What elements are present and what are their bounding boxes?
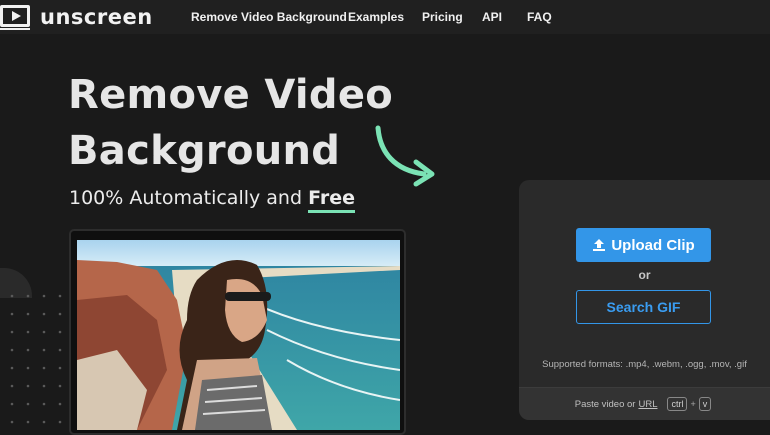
nav-link-api[interactable]: API <box>482 10 502 24</box>
video-preview-frame <box>69 229 406 435</box>
nav-link-examples[interactable]: Examples <box>348 10 404 24</box>
paste-hint-bar: Paste video or URL ctrl + v <box>519 387 770 420</box>
curved-arrow-icon <box>375 125 435 187</box>
dot-pattern <box>10 294 62 424</box>
nav-link-pricing[interactable]: Pricing <box>422 10 463 24</box>
search-gif-button[interactable]: Search GIF <box>576 290 711 324</box>
or-separator: or <box>638 268 651 282</box>
video-scene-image <box>77 240 400 430</box>
logo-text: unscreen <box>40 5 153 29</box>
hero-title-line2: Background <box>68 128 341 174</box>
subtitle-free: Free <box>308 187 355 213</box>
upload-clip-button[interactable]: Upload Clip <box>576 228 711 262</box>
video-preview[interactable] <box>77 240 400 430</box>
subtitle-prefix: 100% Automatically and <box>69 187 309 209</box>
nav-link-faq[interactable]: FAQ <box>527 10 552 24</box>
paste-hint-text: Paste video or <box>574 398 636 410</box>
supported-formats-text: Supported formats: .mp4, .webm, .ogg, .m… <box>542 359 747 370</box>
ctrl-key: ctrl <box>667 397 688 411</box>
hero-subtitle: 100% Automatically and Free <box>69 186 355 213</box>
upload-clip-label: Upload Clip <box>611 236 695 254</box>
upload-panel: Upload Clip or Search GIF Supported form… <box>519 180 770 420</box>
nav-link-remove-video-background[interactable]: Remove Video Background <box>191 10 347 24</box>
navbar: unscreen Remove Video Background Example… <box>0 0 770 34</box>
play-screen-icon <box>0 5 30 30</box>
v-key: v <box>698 397 712 411</box>
plus-sign: + <box>690 399 696 409</box>
paste-url-link[interactable]: URL <box>638 399 657 410</box>
upload-icon <box>593 239 606 251</box>
logo[interactable]: unscreen <box>0 3 153 31</box>
hero-title-line1: Remove Video <box>68 72 394 118</box>
